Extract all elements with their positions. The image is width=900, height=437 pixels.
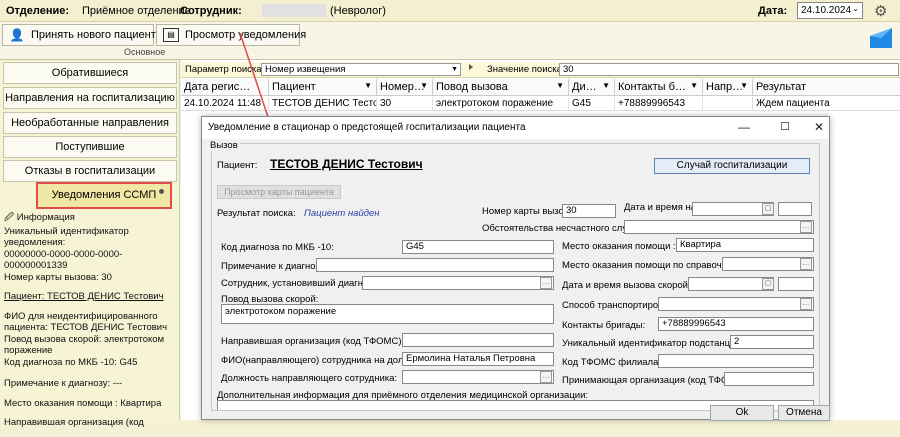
gear-icon[interactable]: ⚙ [874,2,887,20]
patient-label: Пациент: [217,160,258,171]
mkb-input[interactable]: G45 [402,240,554,254]
circumstances-label: Обстоятельства несчастного случая: [482,223,646,234]
call-time-input[interactable] [778,277,814,291]
place-label: Место оказания помощи : [562,241,676,252]
receiving-org-input[interactable] [724,372,814,386]
calendar-icon[interactable]: ▢ [762,203,774,215]
search-param-select[interactable]: Номер извещения ▼ [261,63,461,76]
search-bar: Параметр поиска Номер извещения ▼ Значени… [181,62,900,78]
search-param-label: Параметр поиска [185,64,262,75]
search-result-label: Результат поиска: [217,208,296,219]
card-icon: ▤ [163,28,179,42]
mkb-label: Код диагноза по МКБ -10: [221,242,334,253]
ellipsis-icon[interactable]: … [800,258,812,270]
diag-employee-label: Сотрудник, установивший диагноз: [221,278,376,289]
col-header[interactable]: Напр… ▼ [703,79,753,96]
view-notice-button[interactable]: ▤ Просмотр уведомления [156,24,306,46]
employee-role: (Невролог) [330,5,386,17]
org-input[interactable] [402,333,554,347]
card-number-input[interactable]: 30 [562,204,616,218]
patient-name: ТЕСТОВ ДЕНИС Тестович [270,157,423,171]
transport-select[interactable] [658,297,814,311]
top-bar: Отделение: Приёмное отделение Сотрудник:… [0,0,900,22]
employee-name-redacted [262,4,326,17]
nav-item-unprocessed[interactable]: Необработанные направления [3,112,177,134]
ellipsis-icon[interactable]: … [540,277,552,289]
tfoms-branch-input[interactable] [658,354,814,368]
diag-note-label: Примечание к диагнозу: [221,261,328,272]
date-picker[interactable]: 24.10.2024 ⌄ [797,2,863,19]
cancel-button[interactable]: Отмена [778,405,830,421]
place-input[interactable]: Квартира [676,238,814,252]
view-patient-card-button[interactable]: Просмотр карты пациента [217,185,341,199]
contacts-input[interactable]: +78889996543 [658,317,814,331]
status-dot [159,189,164,194]
ribbon-group-label: Основное [124,47,166,57]
diag-employee-select[interactable] [362,276,554,290]
info-icon: 🖉 [4,212,15,223]
dialog-title: Уведомление в стационар о предстоящей го… [208,122,526,133]
group-title: Вызов [208,140,240,151]
ellipsis-icon[interactable]: … [800,298,812,310]
maximize-icon[interactable]: ☐ [780,120,790,133]
circumstances-select[interactable] [624,220,814,234]
dept-label: Отделение: [6,5,70,17]
col-header[interactable]: Результат [753,79,900,96]
search-value-input[interactable]: 30 [559,63,899,76]
contacts-label: Контакты бригады: [562,320,646,331]
date-label: Дата: [758,5,788,17]
employee-label: Сотрудник: [180,5,242,17]
info-panel: 🖉 Информация Уникальный идентификатор ув… [4,212,168,428]
calendar-icon[interactable]: ▢ [762,278,774,290]
diag-note-input[interactable] [316,258,554,272]
table-header: Дата регис… Пациент ▼ Номер… ▼ Повод вызов… [181,79,900,96]
col-header[interactable]: Номер… ▼ [377,79,433,96]
org-label: Направившая организация (код ТФОМС): [221,336,405,347]
dept-value: Приёмное отделение [82,5,191,17]
app-logo-icon [868,26,894,50]
tfoms-branch-label: Код ТФОМС филиала: [562,357,662,368]
position-label: Должность направляющего сотрудника: [221,373,398,384]
accident-datetime-label: Дата и время н/с: [624,202,701,213]
reason-textarea[interactable]: электротоком поражение [221,304,554,324]
notice-dialog: Уведомление в стационар о предстоящей го… [201,116,830,421]
ellipsis-icon[interactable]: … [540,371,552,383]
substation-input[interactable]: 2 [730,335,814,349]
position-select[interactable] [402,370,554,384]
ok-button[interactable]: Ok [710,405,774,421]
substation-label: Уникальный идентификатор подстанции: [562,338,744,349]
search-value-label: Значение поиска [487,64,562,75]
table-row[interactable]: 24.10.2024 11:48 ТЕСТОВ ДЕНИС Тестов… 30… [181,97,900,111]
hospitalization-case-button[interactable]: Случай госпитализации [654,158,810,174]
close-icon[interactable]: ✕ [814,120,824,134]
accident-time-input[interactable] [778,202,812,216]
search-result-value: Пациент найден [304,208,380,219]
minimize-icon[interactable]: — [738,120,750,134]
nav-item-ssmp-notices[interactable]: Уведомления ССМП [36,182,172,209]
col-header[interactable]: Ди… ▼ [569,79,615,96]
new-patient-button[interactable]: 👤 Принять нового пациента [2,24,162,46]
place-ref-label: Место оказания помощи по справочнику: [562,260,744,271]
referrer-fio-input[interactable]: Ермолина Наталья Петровна [402,352,554,366]
nav-item-refusals[interactable]: Отказы в госпитализации [3,160,177,182]
nav-item-applied[interactable]: Обратившиеся [3,62,177,84]
col-header[interactable]: Пациент ▼ [269,79,377,96]
ellipsis-icon[interactable]: … [800,221,812,233]
receiving-org-label: Принимающая организация (код ТФОМС): [562,375,749,386]
nav-item-admitted[interactable]: Поступившие [3,136,177,158]
call-datetime-label: Дата и время вызова скорой: [562,280,691,291]
arrow-right-icon [469,64,473,70]
col-header[interactable]: Повод вызова ▼ [433,79,569,96]
nav-item-referrals[interactable]: Направления на госпитализацию [3,87,177,109]
col-header[interactable]: Дата регис… [181,79,269,96]
call-group: Вызов Пациент: ТЕСТОВ ДЕНИС Тестович Слу… [208,140,820,411]
add-user-icon: 👤 [9,28,25,42]
col-header[interactable]: Контакты б… ▼ [615,79,703,96]
dialog-titlebar: Уведомление в стационар о предстоящей го… [202,117,829,139]
